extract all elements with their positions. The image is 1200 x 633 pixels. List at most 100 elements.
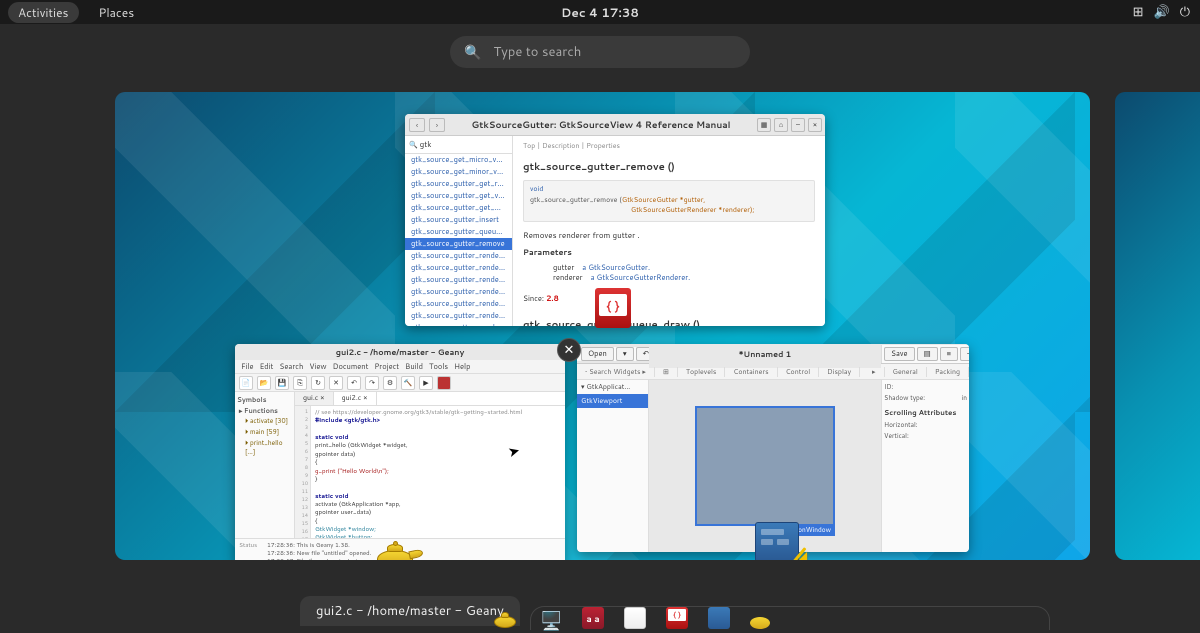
dash-dictionary-icon[interactable]: a a <box>582 607 604 629</box>
symbol-item[interactable]: gtk_source_gutter_renderer_end <box>405 286 512 298</box>
menu-build[interactable]: Build <box>405 362 423 372</box>
window-glade[interactable]: Open ▾ ↶ ↷ *Unnamed 1 Save ▤ ≡ – × • Sea… <box>577 344 969 552</box>
tree-item[interactable]: GtkViewport <box>577 394 648 408</box>
workspace-thumbnail[interactable]: ‹ › GtkSourceGutter: GtkSourceView 4 Ref… <box>115 92 1090 560</box>
save-all-icon[interactable]: ⎘ <box>293 376 307 390</box>
minimize-button[interactable]: – <box>960 347 969 361</box>
preview-button[interactable]: ▤ <box>917 347 938 361</box>
devhelp-symbol-list: gtk_source_get_micro_versiongtk_source_g… <box>405 154 512 326</box>
dash-devhelp-icon[interactable] <box>666 607 688 629</box>
build-icon[interactable]: 🔨 <box>401 376 415 390</box>
open-file-icon[interactable]: 📂 <box>257 376 271 390</box>
symbol-item[interactable]: gtk_source_get_micro_version <box>405 154 512 166</box>
back-button[interactable]: ‹ <box>409 118 425 132</box>
overview-search[interactable]: 🔍 Type to search <box>450 36 750 68</box>
symbol-item[interactable]: gtk_source_gutter_renderer_activate <box>405 250 512 262</box>
geany-code-area[interactable]: 1234567891011121314151617181920212223 //… <box>295 406 565 538</box>
save-button[interactable]: Save <box>884 347 915 361</box>
dash-glade-icon[interactable] <box>708 607 730 629</box>
menu-document[interactable]: Document <box>333 362 369 372</box>
forward-button[interactable]: › <box>429 118 445 132</box>
close-button[interactable]: × <box>808 118 822 132</box>
close-file-icon[interactable]: ✕ <box>329 376 343 390</box>
palette-control[interactable]: Control <box>778 367 820 377</box>
symbol-item[interactable]: gtk_source_gutter_get_window_type <box>405 202 512 214</box>
symbol-item[interactable]: gtk_source_gutter_remove <box>405 238 512 250</box>
geany-editor[interactable]: gui.c ×gui2.c × 123456789101112131415161… <box>295 392 565 538</box>
glade-properties[interactable]: ID:Shadow type:in Scrolling Attributes H… <box>881 380 969 552</box>
symbol-fn[interactable]: ⏵ main [59] <box>237 427 292 438</box>
palette-containers[interactable]: Containers <box>725 367 777 377</box>
menu-search[interactable]: Search <box>279 362 303 372</box>
new-file-icon[interactable]: 📄 <box>239 376 253 390</box>
editor-tab[interactable]: gui2.c × <box>334 392 377 405</box>
undo-icon[interactable]: ↶ <box>347 376 361 390</box>
activities-button[interactable]: Activities <box>8 2 79 23</box>
devhelp-search-input[interactable]: gtk <box>405 136 512 154</box>
glade-canvas[interactable]: GtkApplicationWindow <box>695 406 835 526</box>
symbol-item[interactable]: gtk_source_gutter_get_view <box>405 190 512 202</box>
palette-toplevels[interactable]: Toplevels <box>678 367 726 377</box>
compile-icon[interactable]: ⚙ <box>383 376 397 390</box>
menu-project[interactable]: Project <box>374 362 399 372</box>
search-placeholder: Type to search <box>493 43 581 61</box>
symbol-fn[interactable]: ⏵ print_hello [...] <box>237 438 292 458</box>
volume-icon[interactable]: 🔊 <box>1154 3 1170 21</box>
geany-toolbar[interactable]: 📄 📂 💾 ⎘ ↻ ✕ ↶ ↷ ⚙ 🔨 ▶ <box>235 374 565 392</box>
menu-button[interactable]: ≡ <box>940 347 958 361</box>
power-icon[interactable]: ⏻ <box>1180 3 1190 21</box>
minimize-button[interactable]: – <box>791 118 805 132</box>
dash-files-icon[interactable] <box>624 607 646 629</box>
home-button[interactable]: ⌂ <box>774 118 788 132</box>
devhelp-sidebar: gtk gtk_source_get_micro_versiongtk_sour… <box>405 136 513 326</box>
menu-help[interactable]: Help <box>454 362 470 372</box>
glade-tree[interactable]: ▾ GtkApplicat... GtkViewport <box>577 380 649 552</box>
dash-geany-icon[interactable] <box>494 604 520 630</box>
places-menu[interactable]: Places <box>99 4 135 21</box>
symbol-item[interactable]: gtk_source_gutter_get_renderer_at_pos <box>405 178 512 190</box>
window-close-overlay[interactable]: ✕ <box>557 338 581 362</box>
menu-file[interactable]: File <box>241 362 254 372</box>
code-signature: void gtk_source_gutter_remove (GtkSource… <box>523 180 815 222</box>
symbol-item[interactable]: gtk_source_gutter_insert <box>405 214 512 226</box>
devhelp-app-icon <box>595 288 631 328</box>
dash-geany-icon-2[interactable] <box>750 607 774 629</box>
editor-tab[interactable]: gui.c × <box>295 392 334 405</box>
open-button[interactable]: Open <box>581 347 614 361</box>
breadcrumb[interactable]: Top | Description | Properties <box>523 142 815 152</box>
workspace-thumbnail-2[interactable] <box>1115 92 1200 560</box>
symbol-item[interactable]: gtk_source_gutter_queue_draw <box>405 226 512 238</box>
symbol-item[interactable]: gtk_source_gutter_renderer_get_alignme..… <box>405 310 512 322</box>
system-tray: ⊞ 🔊 ⏻ <box>1133 3 1190 21</box>
devhelp-title: GtkSourceGutter: GtkSourceView 4 Referen… <box>445 118 757 131</box>
dash-terminal-icon[interactable]: 🖥️ <box>540 607 562 629</box>
geany-tabs[interactable]: gui.c ×gui2.c × <box>295 392 565 406</box>
symbol-item[interactable]: gtk_source_gutter_renderer_draw <box>405 274 512 286</box>
search-widgets[interactable]: • Search Widgets ▸ <box>577 367 655 377</box>
palette-display[interactable]: Display <box>819 367 860 377</box>
symbol-item[interactable]: gtk_source_gutter_renderer_begin <box>405 262 512 274</box>
geany-menubar[interactable]: File Edit Search View Document Project Build To… <box>235 360 565 374</box>
clock[interactable]: Dec 4 17:38 <box>561 4 639 21</box>
menu-view[interactable]: View <box>309 362 326 372</box>
run-icon[interactable]: ▶ <box>419 376 433 390</box>
symbol-fn[interactable]: ⏵ activate [30] <box>237 416 292 427</box>
glade-toolbar[interactable]: • Search Widgets ▸ ⊞ ToplevelsContainers… <box>577 364 969 380</box>
color-icon[interactable] <box>437 376 451 390</box>
reload-icon[interactable]: ↻ <box>311 376 325 390</box>
symbol-item[interactable]: gtk_source_gutter_renderer_get_alignme..… <box>405 298 512 310</box>
redo-icon[interactable]: ↷ <box>365 376 379 390</box>
since-label: Since: 2.8 <box>523 294 815 305</box>
tree-item[interactable]: ▾ GtkApplicat... <box>577 380 648 394</box>
geany-sidebar[interactable]: Symbols ▸ Functions ⏵ activate [30]⏵ mai… <box>235 392 295 538</box>
menu-edit[interactable]: Edit <box>260 362 274 372</box>
symbol-item[interactable]: gtk_source_gutter_renderer_get_backgro..… <box>405 322 512 326</box>
new-tab-button[interactable]: ▦ <box>757 118 771 132</box>
network-icon[interactable]: ⊞ <box>1133 3 1144 21</box>
proptab-general[interactable]: General <box>885 367 927 377</box>
menu-tools[interactable]: Tools <box>429 362 448 372</box>
save-icon[interactable]: 💾 <box>275 376 289 390</box>
proptab-packing[interactable]: Packing <box>927 367 969 377</box>
symbol-item[interactable]: gtk_source_get_minor_version <box>405 166 512 178</box>
recent-button[interactable]: ▾ <box>616 347 634 361</box>
